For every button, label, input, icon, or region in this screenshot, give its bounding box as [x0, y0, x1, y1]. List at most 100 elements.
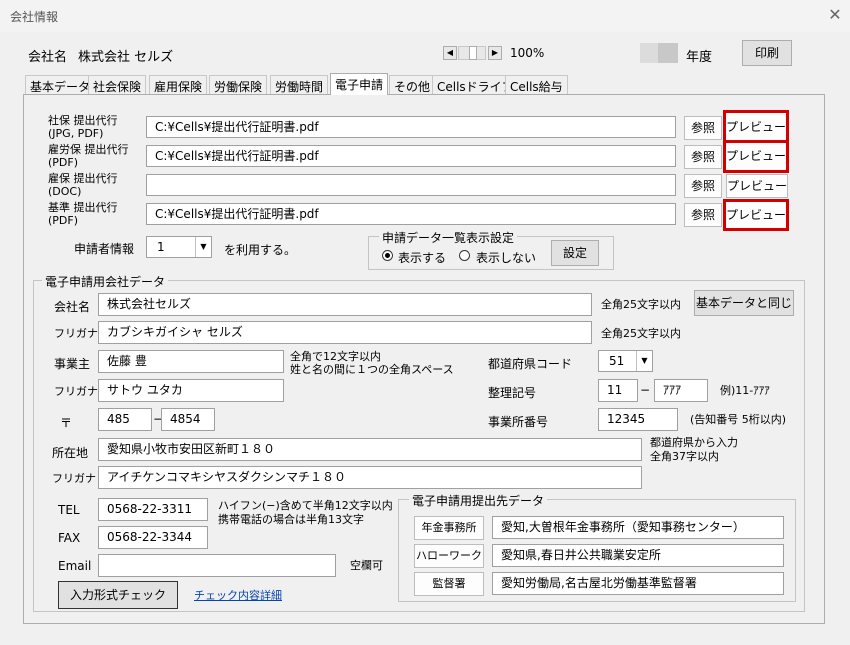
company-name-field[interactable]: 株式会社セルズ — [98, 293, 592, 316]
tel-note-1: ハイフン(−)含めて半角12文字以内 — [218, 499, 393, 512]
pref-code-value: 51 — [609, 354, 625, 368]
agency-row-3-sublabel: (DOC) — [48, 185, 82, 198]
agency-row-3-label: 雇保 提出代行 — [48, 172, 118, 185]
pension-office-button[interactable]: 年金事務所 — [414, 516, 484, 540]
agency-row-1-sublabel: (JPG, PDF) — [48, 127, 104, 140]
radio-hide-label[interactable]: 表示しない — [476, 249, 536, 266]
agency-row-2-sublabel: (PDF) — [48, 156, 79, 169]
agency-row-4-browse-button[interactable]: 参照 — [684, 203, 722, 227]
owner-label: 事業主 — [54, 357, 91, 371]
agency-row-3-path[interactable] — [146, 174, 676, 196]
owner-kana-label: フリガナ — [54, 385, 98, 398]
tab-other[interactable]: その他 — [389, 75, 436, 95]
address-note-1: 都道府県から入力 — [650, 436, 738, 449]
year-spinner[interactable] — [658, 43, 678, 63]
applicant-label: 申請者情報 — [74, 242, 135, 256]
year-label: 年度 — [686, 50, 713, 65]
tab-social-insurance[interactable]: 社会保険 — [88, 75, 147, 95]
agency-row-4-sublabel: (PDF) — [48, 214, 79, 227]
same-as-basic-button[interactable]: 基本データと同じ — [694, 290, 794, 316]
labor-inspection-button[interactable]: 監督署 — [414, 572, 484, 596]
applicant-value: 1 — [157, 240, 165, 254]
agency-row-3-browse-button[interactable]: 参照 — [684, 174, 722, 198]
agency-row-4-label: 基準 提出代行 — [48, 201, 118, 214]
format-check-button[interactable]: 入力形式チェック — [58, 581, 178, 609]
postal-field-1[interactable]: 485 — [98, 408, 152, 431]
tab-employment-insurance[interactable]: 雇用保険 — [149, 75, 208, 95]
email-note: 空欄可 — [350, 559, 383, 572]
zoom-level: 100% — [510, 46, 545, 60]
company-label: 会社名 — [28, 50, 68, 65]
tel-field[interactable]: 0568-22-3311 — [98, 498, 208, 521]
chevron-down-icon[interactable]: ▼ — [636, 351, 652, 371]
list-settings-button[interactable]: 設定 — [551, 240, 599, 266]
agency-row-1-browse-button[interactable]: 参照 — [684, 116, 722, 140]
company-name: 株式会社 セルズ — [78, 50, 174, 65]
close-icon[interactable]: ✕ — [824, 4, 846, 26]
postal-field-2[interactable]: 4854 — [161, 408, 215, 431]
tab-cells-payroll[interactable]: Cells給与 — [505, 75, 568, 95]
agency-row-1-preview-button[interactable]: プレビュー — [723, 110, 789, 144]
email-field[interactable] — [98, 554, 336, 577]
owner-field[interactable]: 佐藤 豊 — [98, 350, 284, 373]
zoom-thumb[interactable] — [469, 46, 477, 60]
address-field[interactable]: 愛知県小牧市安田区新町１８０ — [98, 438, 642, 461]
window-title: 会社情報 — [10, 10, 59, 24]
address-kana-field[interactable]: アイチケンコマキシヤスダクシンマチ１８０ — [98, 466, 642, 489]
ref-no-field-1[interactable]: 11 — [598, 379, 638, 402]
title-bar — [0, 0, 850, 32]
pref-code-select[interactable]: 51 ▼ — [598, 350, 653, 372]
address-kana-label: フリガナ — [52, 472, 96, 485]
agency-row-4-path[interactable]: C:¥Cells¥提出代行証明書.pdf — [146, 203, 676, 225]
ref-no-dash: − — [640, 383, 651, 397]
radio-show-dot — [385, 253, 390, 258]
agency-row-3-preview-button[interactable]: プレビュー — [726, 174, 788, 198]
tel-note-2: 携帯電話の場合は半角13文字 — [218, 513, 364, 526]
address-note-2: 全角37字以内 — [650, 450, 719, 463]
office-no-label: 事業所番号 — [488, 415, 549, 429]
hello-work-button[interactable]: ハローワーク — [414, 544, 484, 568]
agency-row-4-preview-button[interactable]: プレビュー — [723, 199, 789, 231]
company-name-note: 全角25文字以内 — [601, 298, 681, 311]
ref-no-example: 例)11-ｱｱｱ — [720, 384, 770, 397]
ref-no-label: 整理記号 — [488, 386, 537, 400]
office-no-field[interactable]: 12345 — [598, 408, 678, 431]
owner-note-2: 姓と名の間に１つの全角スペース — [290, 363, 454, 376]
applicant-select[interactable]: 1 ▼ — [146, 236, 212, 258]
tab-basic-data[interactable]: 基本データ — [25, 75, 96, 95]
agency-row-2-path[interactable]: C:¥Cells¥提出代行証明書.pdf — [146, 145, 676, 167]
check-details-link[interactable]: チェック内容詳細 — [194, 590, 282, 602]
fax-label: FAX — [58, 531, 81, 545]
postal-label: 〒 — [60, 416, 73, 430]
agency-row-2-browse-button[interactable]: 参照 — [684, 145, 722, 169]
zoom-track[interactable] — [458, 46, 486, 60]
zoom-decrease-button[interactable]: ◀ — [443, 46, 457, 60]
tab-electronic-application[interactable]: 電子申請 — [330, 73, 389, 95]
furigana-field[interactable]: カブシキガイシャ セルズ — [98, 321, 592, 344]
applicant-suffix: を利用する。 — [224, 243, 297, 257]
pension-office-field[interactable]: 愛知,大曽根年金事務所（愛知事務センター） — [492, 516, 784, 539]
radio-show-label[interactable]: 表示する — [398, 249, 446, 266]
address-label: 所在地 — [52, 446, 89, 460]
agency-row-1-path[interactable]: C:¥Cells¥提出代行証明書.pdf — [146, 116, 676, 138]
owner-note-1: 全角で12文字以内 — [290, 350, 381, 363]
labor-inspection-field[interactable]: 愛知労働局,名古屋北労働基準監督署 — [492, 572, 784, 595]
list-display-group-title: 申請データ一覧表示設定 — [379, 229, 518, 246]
radio-show[interactable] — [382, 250, 393, 261]
ref-no-field-2[interactable]: ｱｱｱ — [654, 379, 708, 402]
fax-field[interactable]: 0568-22-3344 — [98, 526, 208, 549]
furigana-note: 全角25文字以内 — [601, 327, 681, 340]
tab-labor-insurance[interactable]: 労働保険 — [209, 75, 268, 95]
year-field[interactable] — [640, 43, 678, 63]
chevron-down-icon[interactable]: ▼ — [195, 237, 211, 257]
agency-row-2-preview-button[interactable]: プレビュー — [723, 140, 789, 173]
radio-hide[interactable] — [459, 250, 470, 261]
email-label: Email — [58, 559, 92, 573]
hello-work-field[interactable]: 愛知県,春日井公共職業安定所 — [492, 544, 784, 567]
tab-working-hours[interactable]: 労働時間 — [270, 75, 329, 95]
zoom-increase-button[interactable]: ▶ — [488, 46, 502, 60]
owner-kana-field[interactable]: サトウ ユタカ — [98, 379, 284, 402]
furigana-label: フリガナ — [54, 327, 98, 340]
print-button[interactable]: 印刷 — [742, 40, 792, 66]
tel-label: TEL — [58, 503, 80, 517]
